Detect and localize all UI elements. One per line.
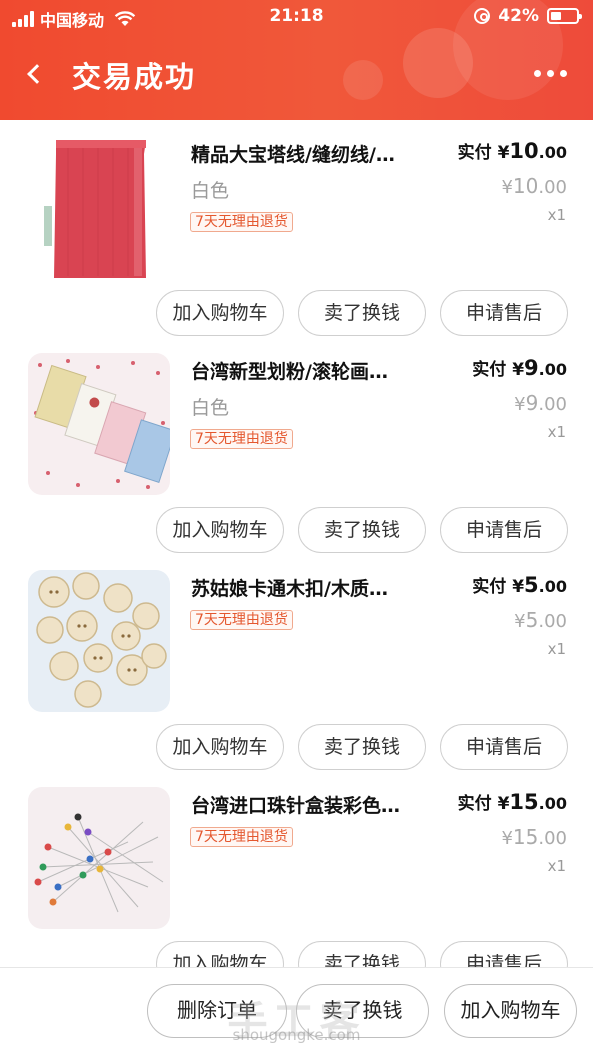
nav-bar: 交易成功 <box>0 44 593 104</box>
product-name[interactable]: 台湾新型划粉/滚轮画… <box>191 357 446 384</box>
product-spec: 白色 <box>191 397 230 419</box>
product-name[interactable]: 苏姑娘卡通木扣/木质… <box>191 574 446 601</box>
product-image-thread[interactable] <box>28 136 170 278</box>
quantity: x1 <box>547 423 566 441</box>
return-policy-tag: 7天无理由退货 <box>190 212 293 232</box>
battery-icon <box>547 8 582 24</box>
paid-price: 实付 ¥15.00 <box>457 790 567 814</box>
rotation-lock-icon <box>474 8 491 24</box>
battery-percent: 42% <box>498 6 539 26</box>
product-image-wood-buttons[interactable] <box>28 570 170 712</box>
order-item: 台湾新型划粉/滚轮画… 白色 7天无理由退货 实付 ¥9.00 ¥9.00 x1… <box>0 337 593 554</box>
order-item: 精品大宝塔线/缝纫线/… 白色 7天无理由退货 实付 ¥10.00 ¥10.00… <box>0 120 593 337</box>
resell-button[interactable]: 卖了换钱 <box>298 941 426 970</box>
add-to-cart-button[interactable]: 加入购物车 <box>156 290 284 336</box>
after-sales-button[interactable]: 申请售后 <box>440 941 568 970</box>
quantity: x1 <box>547 857 566 875</box>
resell-button[interactable]: 卖了换钱 <box>298 724 426 770</box>
after-sales-button[interactable]: 申请售后 <box>440 507 568 553</box>
product-image-pins[interactable] <box>28 787 170 929</box>
add-to-cart-button[interactable]: 加入购物车 <box>156 724 284 770</box>
watermark-url: shougongke.com <box>232 1026 361 1044</box>
paid-price: 实付 ¥9.00 <box>472 356 567 380</box>
product-name[interactable]: 精品大宝塔线/缝纫线/… <box>191 140 446 167</box>
more-options-icon[interactable] <box>534 70 567 77</box>
product-image-chalk-wheel[interactable] <box>28 353 170 495</box>
page-title: 交易成功 <box>72 60 197 94</box>
return-policy-tag: 7天无理由退货 <box>190 610 293 630</box>
status-bar: 中国移动 21:18 42% <box>0 0 593 34</box>
after-sales-button[interactable]: 申请售后 <box>440 290 568 336</box>
back-arrow-icon[interactable] <box>22 60 50 88</box>
return-policy-tag: 7天无理由退货 <box>190 429 293 449</box>
product-spec: 白色 <box>191 180 230 202</box>
product-name[interactable]: 台湾进口珠针盒装彩色… <box>191 791 446 818</box>
quantity: x1 <box>547 640 566 658</box>
paid-price: 实付 ¥10.00 <box>457 139 567 163</box>
after-sales-button[interactable]: 申请售后 <box>440 724 568 770</box>
header: 中国移动 21:18 42% 交易成功 <box>0 0 593 120</box>
add-to-cart-button[interactable]: 加入购物车 <box>156 941 284 970</box>
order-item: 台湾进口珠针盒装彩色… 7天无理由退货 实付 ¥15.00 ¥15.00 x1 … <box>0 771 593 970</box>
paid-price: 实付 ¥5.00 <box>472 573 567 597</box>
resell-button[interactable]: 卖了换钱 <box>298 290 426 336</box>
original-price: ¥15.00 <box>501 825 567 849</box>
original-price: ¥9.00 <box>514 391 567 415</box>
order-items-card: 精品大宝塔线/缝纫线/… 白色 7天无理由退货 实付 ¥10.00 ¥10.00… <box>0 120 593 970</box>
return-policy-tag: 7天无理由退货 <box>190 827 293 847</box>
add-to-cart-button[interactable]: 加入购物车 <box>156 507 284 553</box>
quantity: x1 <box>547 206 566 224</box>
original-price: ¥10.00 <box>501 174 567 198</box>
order-item: 苏姑娘卡通木扣/木质… 7天无理由退货 实付 ¥5.00 ¥5.00 x1 加入… <box>0 554 593 771</box>
original-price: ¥5.00 <box>514 608 567 632</box>
resell-button[interactable]: 卖了换钱 <box>298 507 426 553</box>
